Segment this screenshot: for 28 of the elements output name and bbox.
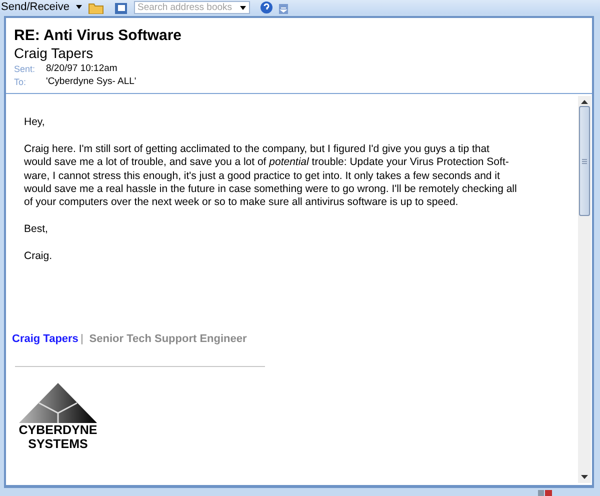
scroll-thumb[interactable] [579, 106, 590, 216]
scroll-down-icon[interactable] [581, 475, 588, 479]
caret-icon [76, 5, 82, 9]
message-subject: RE: Anti Virus Software [14, 27, 183, 44]
greeting-text: Hey, [24, 116, 46, 130]
signature-name: Craig Tapers [12, 332, 78, 346]
sender-name: Craig Tapers [14, 45, 94, 61]
logo-text: SYSTEMS [28, 436, 88, 451]
message-paragraph: Craig here. I'm still sort of getting acclimated to the company, but I figured I'd give you guys a tip that would save me a lot of trouble, and save you a lot of potential trouble: Update your Virus Protection Soft- ware, I cannot stress this enough, it's just a good practice to get into. It only takes a few seconds and it would save me a real hassle in the future in case something were to go wrong. I'll be remotely checking all of your computers over the next week or so to make sure all antivirus software is up to speed. [24, 143, 518, 210]
logo-text: CYBERDYNE [18, 422, 98, 437]
closing-text: Best, [24, 223, 49, 236]
overflow-chevron-icon[interactable] [278, 4, 288, 14]
address-book-icon[interactable] [114, 2, 128, 14]
status-icon [538, 490, 552, 496]
signature-title: Senior Tech Support Engineer [89, 332, 247, 346]
dropdown-icon [240, 6, 246, 10]
field-value: 8/20/97 10:12am [46, 63, 118, 74]
field-label: Sent: [14, 64, 36, 74]
pyramid-logo-icon [19, 382, 97, 423]
search-field[interactable]: Search address books [134, 1, 250, 14]
scroll-up-icon[interactable] [581, 100, 588, 104]
help-icon[interactable] [260, 1, 272, 14]
field-value: 'Cyberdyne Sys- ALL' [46, 76, 138, 87]
signoff-text: Craig. [24, 250, 54, 264]
field-label: To: [14, 76, 28, 86]
send-receive-button[interactable]: Send/Receive [1, 0, 82, 14]
signature-separator: | [80, 332, 84, 346]
scrollbar[interactable] [578, 96, 591, 483]
